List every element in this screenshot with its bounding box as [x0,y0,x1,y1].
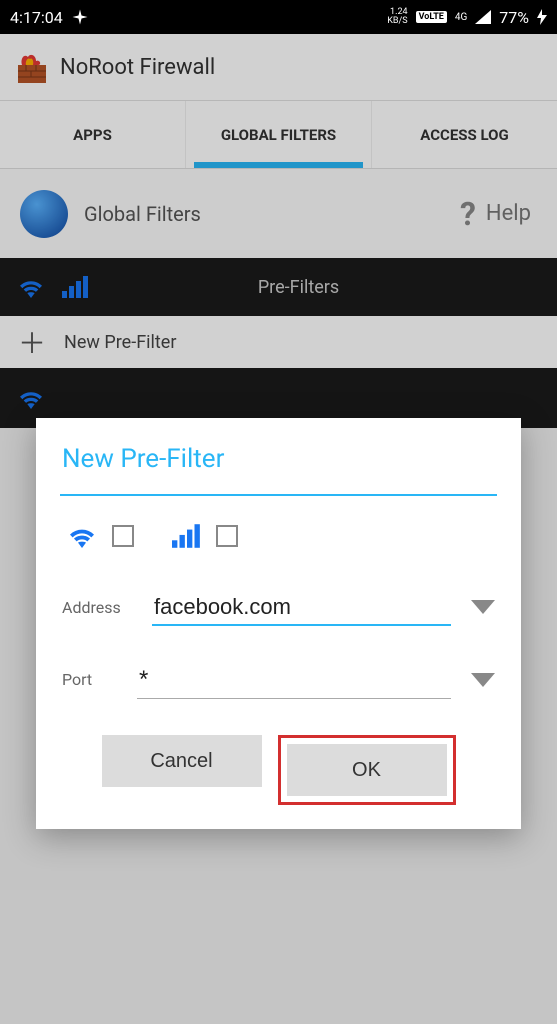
pinwheel-icon [71,8,89,26]
address-dropdown-icon[interactable] [471,600,495,614]
section-header: Global Filters ? Help [0,169,557,258]
ok-highlight: OK [278,735,456,805]
status-bar: 4:17:04 1.24 KB/S VoLTE 4G 77% [0,0,557,34]
wifi-icon [16,276,46,298]
port-input[interactable] [137,660,451,699]
signal-bars-icon [172,524,202,548]
dialog-title: New Pre-Filter [62,444,495,474]
tab-global-filters[interactable]: GLOBAL FILTERS [186,101,372,168]
battery-percent: 77% [499,8,529,27]
new-prefilter-dialog: New Pre-Filter Address Port Cancel OK [36,418,521,829]
wifi-icon [66,524,98,548]
network-speed: 1.24 KB/S [387,8,407,26]
dialog-divider [60,494,497,496]
app-header: NoRoot Firewall [0,34,557,101]
port-label: Port [62,670,117,689]
help-icon: ? [460,195,476,233]
charging-icon [537,9,547,25]
globe-icon [20,190,68,238]
status-time: 4:17:04 [10,8,63,27]
prefilters-title: Pre-Filters [106,277,541,298]
cancel-button[interactable]: Cancel [102,735,262,787]
address-row: Address [62,588,495,626]
wifi-checkbox[interactable] [112,525,134,547]
address-label: Address [62,598,132,617]
new-prefilter-row[interactable]: ＋ New Pre-Filter [0,316,557,368]
cellular-checkbox[interactable] [216,525,238,547]
prefilters-header: Pre-Filters [0,258,557,316]
help-button[interactable]: ? Help [460,195,531,233]
section-title: Global Filters [84,202,201,226]
tabs: APPS GLOBAL FILTERS ACCESS LOG [0,101,557,169]
signal-bars-icon [62,276,90,298]
dialog-button-row: Cancel OK [62,735,495,805]
volte-icon: VoLTE [416,11,447,23]
tab-access-log[interactable]: ACCESS LOG [372,101,557,168]
app-logo-icon [14,49,50,85]
new-prefilter-label: New Pre-Filter [64,332,176,353]
help-label: Help [486,201,531,226]
connection-type-row [62,524,495,548]
port-dropdown-icon[interactable] [471,673,495,687]
wifi-icon [16,387,46,409]
plus-icon: ＋ [18,322,46,362]
ok-button[interactable]: OK [287,744,447,796]
app-title: NoRoot Firewall [60,55,215,80]
network-type: 4G [455,12,467,23]
port-row: Port [62,660,495,699]
signal-icon [475,10,491,24]
tab-apps[interactable]: APPS [0,101,186,168]
address-input[interactable] [152,588,451,626]
